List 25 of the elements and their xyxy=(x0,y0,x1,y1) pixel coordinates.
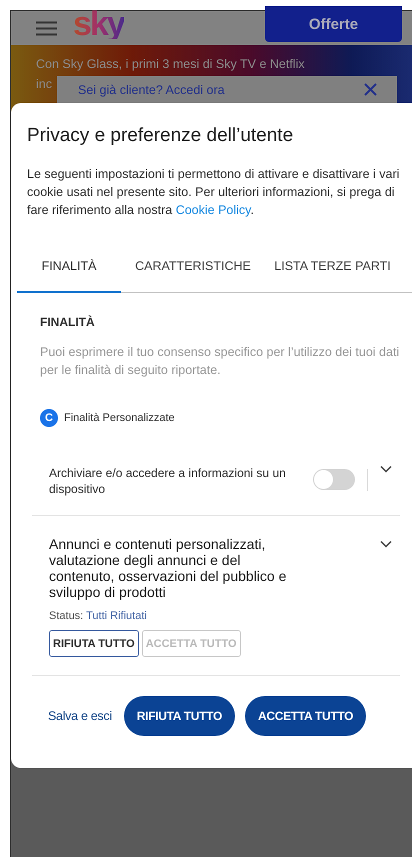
status-text: Status: Tutti Rifiutati xyxy=(49,610,148,622)
consent-button[interactable]: RIFIUTA TUTTO xyxy=(49,630,139,657)
dialog-description: Le seguenti impostazioni ti permettono di attivare e disattivare i vari cookie usati nel presente sito. Per ulteriori informazioni, si prega di fare riferimento alla nostra Cookie Policy. xyxy=(27,166,400,219)
banner-text: inc xyxy=(36,76,52,93)
section-heading: FINALITÀ xyxy=(40,315,96,329)
purpose-label: Annunci e contenuti personalizzati, valutazione degli annunci e del contenuto, osservazioni del pubblico e sviluppo di prodotti xyxy=(49,536,288,600)
consent-toggle[interactable] xyxy=(313,469,355,490)
category-badge: C xyxy=(40,409,58,427)
section-description: Puoi esprimere il tuo consenso specifico per l’utilizzo dei tuoi dati per le finalità di seguito riportate. xyxy=(40,344,400,379)
banner-text: Con Sky Glass, i primi 3 mesi di Sky TV e Netflix xyxy=(36,56,305,73)
tab[interactable]: CARATTERISTICHE xyxy=(121,241,265,293)
menu-icon[interactable] xyxy=(36,20,57,36)
close-icon[interactable] xyxy=(364,83,377,96)
tab[interactable]: FINALITÀ xyxy=(17,241,121,293)
purpose-label: Archiviare e/o accedere a informazioni su un dispositivo xyxy=(49,465,287,497)
footer-button[interactable]: RIFIUTA TUTTO xyxy=(124,696,235,736)
cookie-policy-link[interactable]: Cookie Policy xyxy=(176,203,250,217)
chevron-icon[interactable] xyxy=(380,465,392,473)
dialog-title: Privacy e preferenze dell’utente xyxy=(27,125,294,147)
tab[interactable]: LISTA TERZE PARTI xyxy=(265,241,400,293)
footer-button[interactable]: ACCETTA TUTTO xyxy=(245,696,366,736)
save-and-exit-link[interactable]: Salva e esci xyxy=(48,709,112,723)
chevron-icon[interactable] xyxy=(380,540,392,548)
offers-button[interactable]: Offerte xyxy=(265,6,402,42)
category-label: Finalità Personalizzate xyxy=(64,412,175,424)
